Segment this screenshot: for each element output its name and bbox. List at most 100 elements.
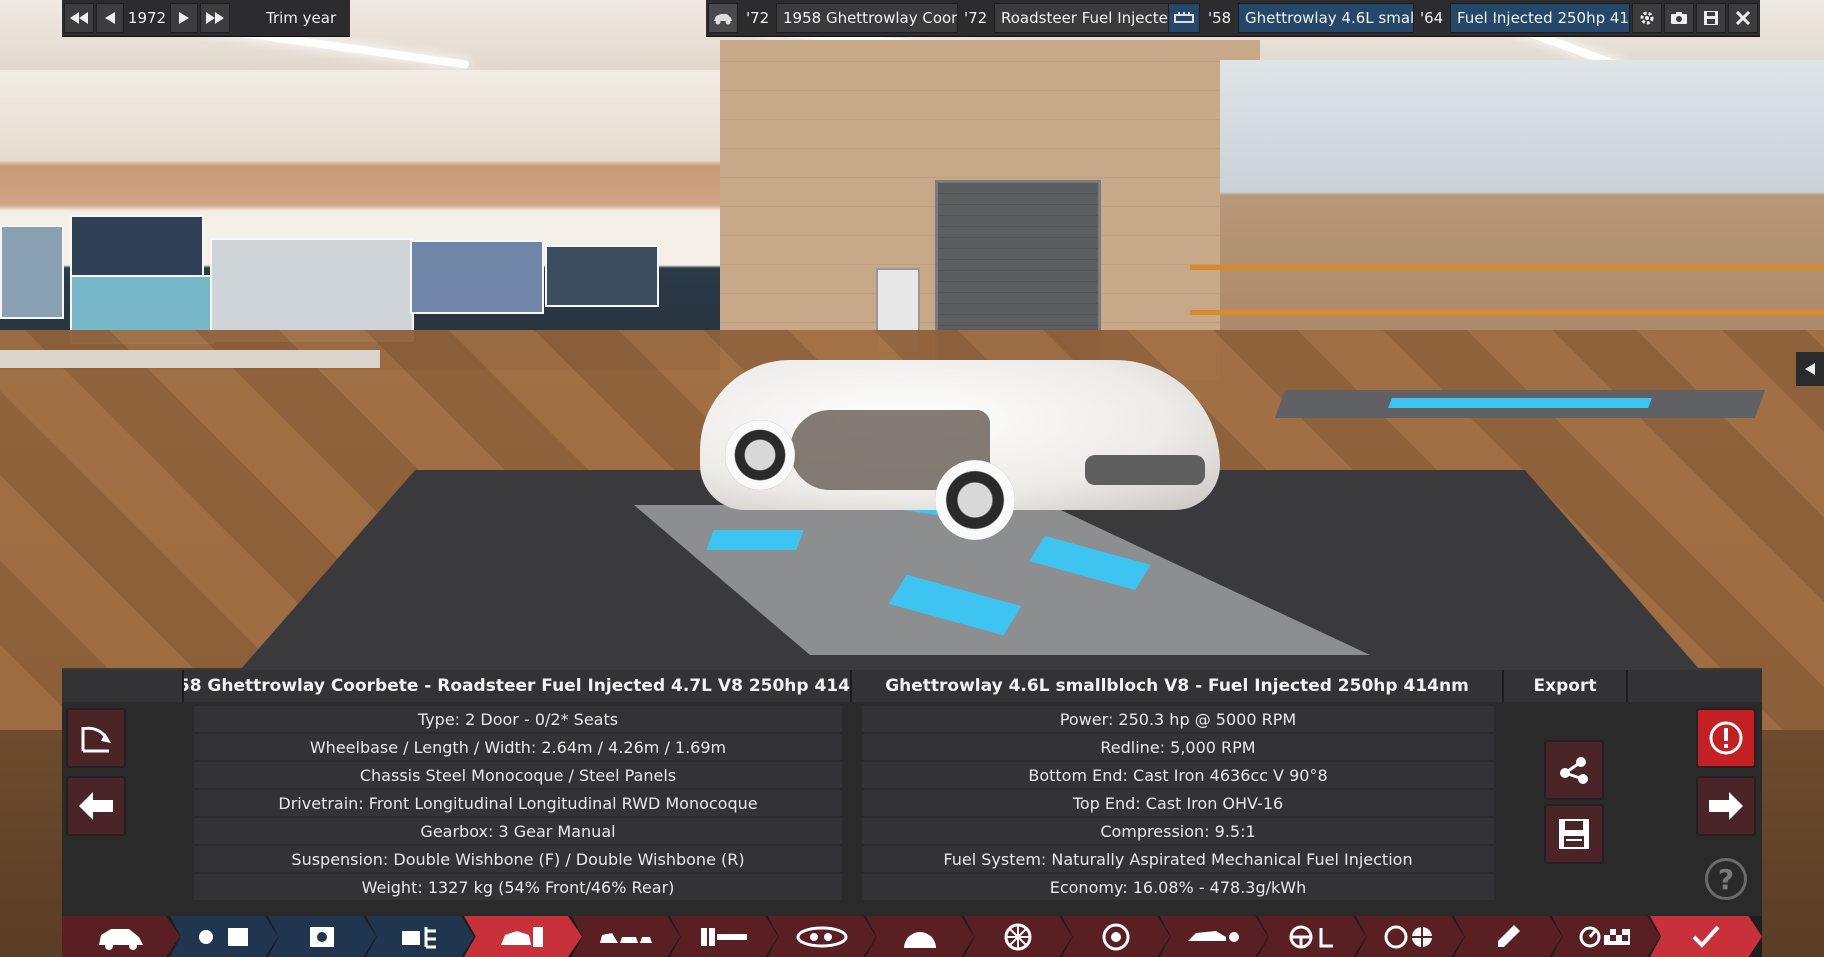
left-arrow-icon [79,792,113,820]
nav-engine-install[interactable] [464,916,582,957]
car-body-icon [714,14,732,25]
right-arrow-icon [179,12,189,24]
car-model-icon-button[interactable] [708,3,738,33]
nav-brakes[interactable] [1062,916,1170,957]
help-button[interactable]: ? [1705,858,1747,900]
nav-chassis[interactable] [670,916,778,957]
speedo-flag-icon [1579,926,1630,947]
engine-block-icon [1174,12,1194,23]
trim-body-icon [600,932,652,943]
engine-title: Ghettrowlay 4.6L smallbloch V8 - Fuel In… [852,670,1504,702]
next-year-button[interactable] [170,3,198,33]
save-icon [1704,11,1718,25]
nav-interior[interactable] [1258,916,1366,957]
trim-year-label: Trim year [266,9,337,27]
engine-variant-year: '64 [1420,9,1444,27]
spec-economy: Economy: 16.08% - 478.3g/kWh [862,874,1494,900]
engine-specs-list: Power: 250.3 hp @ 5000 RPM Redline: 5,00… [862,704,1494,902]
nav-testing[interactable] [1552,916,1660,957]
nav-engine-parts[interactable] [268,916,376,957]
year-value[interactable]: 1972 [126,3,168,33]
engine-install-icon [501,926,543,947]
save-toolbar-button[interactable] [1696,3,1726,33]
share-export-button[interactable] [1544,740,1604,800]
engine-model-year: '58 [1208,9,1232,27]
engine-parts-icon [310,926,334,947]
prev-year-button[interactable] [96,3,124,33]
spec-fuel-system: Fuel System: Naturally Aspirated Mechani… [862,846,1494,872]
spec-suspension: Suspension: Double Wishbone (F) / Double… [194,846,842,872]
settings-button[interactable] [1632,3,1662,33]
nav-wheels[interactable] [964,916,1072,957]
engine-family-icon [199,927,248,946]
poster [545,245,659,307]
side-panel-toggle[interactable] [1796,352,1824,386]
nav-car-body[interactable] [62,916,180,957]
save-icon [1559,819,1589,849]
panel-header-spacer [62,670,184,702]
car-summary-panel: 1958 Ghettrowlay Coorbete - Roadsteer Fu… [62,668,1762,918]
car-wheel [725,420,795,490]
first-year-button[interactable] [64,3,94,33]
chassis-icon [701,927,747,946]
close-button[interactable] [1728,3,1758,33]
lift-pad [706,530,804,550]
panel-header-spacer [1628,670,1762,702]
corner-arrow-icon [81,726,111,753]
car-title: 1958 Ghettrowlay Coorbete - Roadsteer Fu… [184,670,852,702]
next-button[interactable] [1696,776,1756,836]
spec-bottom-end: Bottom End: Cast Iron 4636cc V 90°8 [862,762,1494,788]
shelf [1190,265,1824,270]
nav-aero[interactable] [1160,916,1268,957]
back-button[interactable] [66,776,126,836]
spec-dimensions: Wheelbase / Length / Width: 2.64m / 4.26… [194,734,842,760]
last-year-button[interactable] [200,3,230,33]
double-left-arrow-icon [70,12,88,24]
spec-weight: Weight: 1327 kg (54% Front/46% Rear) [194,874,842,900]
nav-drivetrain[interactable] [768,916,876,957]
shelf [1190,310,1824,315]
year-toolbar: 1972 Trim year [62,0,350,37]
engine-variant-field[interactable]: Fuel Injected 250hp 414 [1450,3,1630,33]
workbench [0,350,380,368]
trim-name-field[interactable]: Roadsteer Fuel Injected [994,3,1174,33]
nav-trim-body[interactable] [572,916,680,957]
nav-finish[interactable] [1650,916,1762,957]
car-body-icon [99,928,143,950]
drivetrain-icon [796,926,848,947]
nav-suspension[interactable] [866,916,974,957]
engine-tuning-icon [402,926,436,948]
spec-redline: Redline: 5,000 RPM [862,734,1494,760]
spec-compression: Compression: 9.5:1 [862,818,1494,844]
nav-fixtures[interactable] [1454,916,1562,957]
aero-icon [1188,930,1239,942]
trim-year: '72 [964,9,988,27]
engine-model-field[interactable]: Ghettrowlay 4.6L smallb [1238,3,1414,33]
engine-icon-button[interactable] [1168,3,1200,33]
car-grille [1085,455,1205,485]
nav-engine-family[interactable] [170,916,278,957]
double-right-arrow-icon [206,12,224,24]
warning-icon [1709,721,1743,755]
screenshot-button[interactable] [1664,3,1694,33]
spec-top-end: Top End: Cast Iron OHV-16 [862,790,1494,816]
spec-power: Power: 250.3 hp @ 5000 RPM [862,706,1494,732]
camera-angle-button[interactable] [66,708,126,768]
camera-icon [1671,12,1687,24]
designer-step-nav [62,916,1762,957]
poster [210,238,414,342]
warning-button[interactable] [1696,708,1756,768]
save-export-button[interactable] [1544,804,1604,864]
export-title: Export [1504,670,1628,702]
poster [410,240,544,314]
right-arrow-icon [1709,792,1743,820]
car-wheel [935,460,1015,540]
left-arrow-icon [1805,363,1815,375]
model-name-field[interactable]: 1958 Ghettrowlay Coorl [776,3,958,33]
gear-icon [1640,11,1654,25]
nav-safety[interactable] [1356,916,1464,957]
steering-seat-icon [1289,925,1333,948]
nav-engine-tuning[interactable] [366,916,474,957]
spec-type: Type: 2 Door - 0/2* Seats [194,706,842,732]
brake-disc-icon [1102,923,1130,950]
